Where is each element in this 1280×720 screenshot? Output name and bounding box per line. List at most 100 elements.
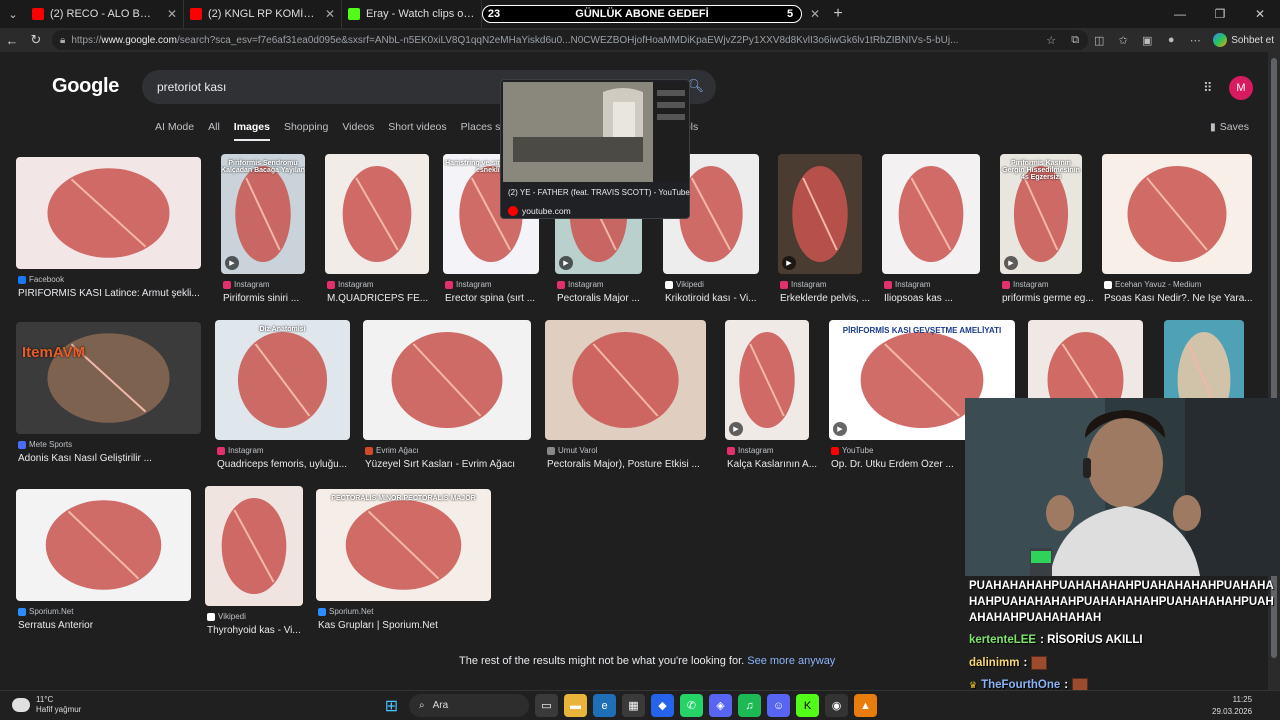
result-source[interactable]: Vikipedi	[207, 612, 246, 621]
result-source[interactable]: Instagram	[223, 280, 270, 289]
collections-icon[interactable]: ▣	[1137, 30, 1157, 50]
result-thumbnail[interactable]: ItemAVM	[16, 322, 201, 434]
weather-desc: Hafif yağmur	[36, 705, 82, 714]
source-label: Instagram	[338, 280, 374, 289]
minimize-icon[interactable]: —	[1160, 0, 1200, 28]
result-title[interactable]: Quadriceps femoris, uyluğu...	[217, 459, 357, 470]
taskbar-search[interactable]: ⌕ Ara	[409, 694, 529, 717]
chat-username[interactable]: kertenteLEE	[969, 634, 1036, 646]
result-title[interactable]: PİRİFORMİS KASI Latince: Armut şekli...	[18, 288, 203, 299]
split-screen-icon[interactable]: ◫	[1089, 30, 1109, 50]
profile-icon[interactable]: ●	[1161, 30, 1181, 50]
result-title[interactable]: Pectoralis Major), Posture Etkisi ...	[547, 459, 708, 470]
result-source[interactable]: Instagram	[445, 280, 492, 289]
task-view-icon[interactable]: ▭	[535, 694, 558, 717]
vpn-icon[interactable]: ◈	[709, 694, 732, 717]
tab-all[interactable]: All	[208, 121, 220, 141]
close-tab-icon[interactable]: ✕	[167, 7, 177, 21]
chat-username[interactable]: dalinimm	[969, 657, 1019, 669]
close-tab-icon[interactable]: ✕	[325, 7, 335, 21]
result-thumbnail[interactable]: ▶	[778, 154, 862, 274]
new-tab-button[interactable]: +	[824, 0, 852, 28]
close-window-icon[interactable]: ✕	[1240, 0, 1280, 28]
result-thumbnail[interactable]: Diz Anatomisi	[215, 320, 350, 440]
copilot-button[interactable]: Sohbet et	[1213, 33, 1274, 47]
result-source[interactable]: Sporium.Net	[318, 607, 373, 616]
result-title[interactable]: Yüzeyel Sırt Kasları - Evrim Ağacı	[365, 459, 533, 470]
result-title[interactable]: Kas Grupları | Sporium.Net	[318, 620, 493, 631]
microsoft-store-icon[interactable]: ▦	[622, 694, 645, 717]
restore-icon[interactable]: ❐	[1200, 0, 1240, 28]
kick-app-icon[interactable]: K	[796, 694, 819, 717]
result-source[interactable]: Evrim Ağacı	[365, 446, 419, 455]
result-source[interactable]: Instagram	[217, 446, 264, 455]
tab-short-videos[interactable]: Short videos	[388, 121, 446, 141]
result-thumbnail[interactable]: ▶	[725, 320, 809, 440]
result-source[interactable]: Sporium.Net	[18, 607, 73, 616]
result-source[interactable]: Instagram	[727, 446, 774, 455]
tab-videos[interactable]: Videos	[342, 121, 374, 141]
whatsapp-icon[interactable]: ✆	[680, 694, 703, 717]
result-source[interactable]: YouTube	[831, 446, 873, 455]
back-icon[interactable]: ←	[0, 28, 24, 52]
result-source[interactable]: Instagram	[327, 280, 374, 289]
tab-images[interactable]: Images	[233, 121, 270, 141]
browser-tab-1[interactable]: (2) RECO - ALO BABY (BASS BOOS ✕	[26, 0, 184, 28]
result-thumbnail[interactable]	[1102, 154, 1252, 274]
source-favicon-icon	[318, 607, 326, 616]
file-explorer-icon[interactable]: ▬	[564, 694, 587, 717]
windows-start-icon[interactable]: ⊞	[380, 694, 403, 717]
vlc-icon[interactable]: ▲	[854, 694, 877, 717]
result-thumbnail[interactable]: PECTORALIS MINOR PECTORALIS MAJOR	[316, 489, 491, 601]
result-thumbnail[interactable]: Piriformis Sendromu Kalçadan Bacağa Yayı…	[221, 154, 305, 274]
discord-icon[interactable]: ☺	[767, 694, 790, 717]
saves-button[interactable]: ▮ Saves	[1210, 121, 1249, 133]
result-thumbnail[interactable]	[545, 320, 706, 440]
result-thumbnail[interactable]	[882, 154, 980, 274]
address-bar[interactable]: 🔒︎ https://www.google.com/search?sca_esv…	[52, 30, 1088, 50]
extensions-icon[interactable]: ⧉	[1065, 30, 1085, 50]
result-source[interactable]: Instagram	[780, 280, 827, 289]
tab-ai-mode[interactable]: AI Mode	[155, 121, 194, 141]
weather-widget[interactable]: 11°C Hafif yağmur	[12, 695, 81, 715]
result-source[interactable]: Umut Varol	[547, 446, 597, 455]
reload-icon[interactable]: ↻	[24, 28, 48, 52]
account-avatar[interactable]: M	[1229, 76, 1253, 100]
result-source[interactable]: Instagram	[884, 280, 931, 289]
result-title[interactable]: Psoas Kası Nedir?. Ne İşe Yara...	[1104, 293, 1254, 304]
source-favicon-icon	[207, 612, 215, 621]
see-more-anyway-link[interactable]: See more anyway	[747, 655, 835, 667]
result-thumbnail[interactable]	[205, 486, 303, 606]
browser-tab-3[interactable]: Eray - Watch clips on Kick	[342, 0, 482, 28]
result-source[interactable]: Mete Sports	[18, 440, 72, 449]
close-tab-icon[interactable]: ✕	[810, 7, 820, 21]
spotify-icon[interactable]: ♫	[738, 694, 761, 717]
result-thumbnail[interactable]	[363, 320, 531, 440]
app-icon[interactable]: ◆	[651, 694, 674, 717]
result-thumbnail[interactable]	[16, 489, 191, 601]
result-thumbnail[interactable]: Piriformis Kasının Gergin Hissedilmesini…	[1000, 154, 1082, 274]
active-tab-close[interactable]: ✕	[802, 0, 824, 28]
result-source[interactable]: Instagram	[1002, 280, 1049, 289]
result-title[interactable]: Adonis Kası Nasıl Geliştirilir ...	[18, 453, 203, 464]
weather-temp: 11°C	[36, 695, 54, 704]
tab-shopping[interactable]: Shopping	[284, 121, 328, 141]
browser-tab-2[interactable]: (2) KNGL RP KOMİK ANLAR #10 - ✕	[184, 0, 342, 28]
obs-icon[interactable]: ◉	[825, 694, 848, 717]
result-thumbnail[interactable]	[325, 154, 429, 274]
tab-actions-menu-button[interactable]: ⌄	[0, 0, 26, 28]
google-logo[interactable]: Google	[52, 75, 119, 98]
favorites-icon[interactable]: ✩	[1113, 30, 1133, 50]
favorite-star-icon[interactable]: ☆	[1041, 30, 1061, 50]
site-info-icon[interactable]: 🔒︎	[60, 35, 65, 46]
google-apps-icon[interactable]: ⠿	[1203, 80, 1219, 96]
more-menu-icon[interactable]: ⋯	[1185, 30, 1205, 50]
result-thumbnail[interactable]	[16, 157, 201, 269]
result-source[interactable]: Instagram	[557, 280, 604, 289]
edge-browser-icon[interactable]: e	[593, 694, 616, 717]
result-source[interactable]: Vikipedi	[665, 280, 704, 289]
result-source[interactable]: Ecehan Yavuz - Medium	[1104, 280, 1201, 289]
result-source[interactable]: Facebook	[18, 275, 64, 284]
result-title[interactable]: Serratus Anterior	[18, 620, 193, 631]
system-clock[interactable]: 11:25 29.03.2026	[1212, 694, 1252, 718]
